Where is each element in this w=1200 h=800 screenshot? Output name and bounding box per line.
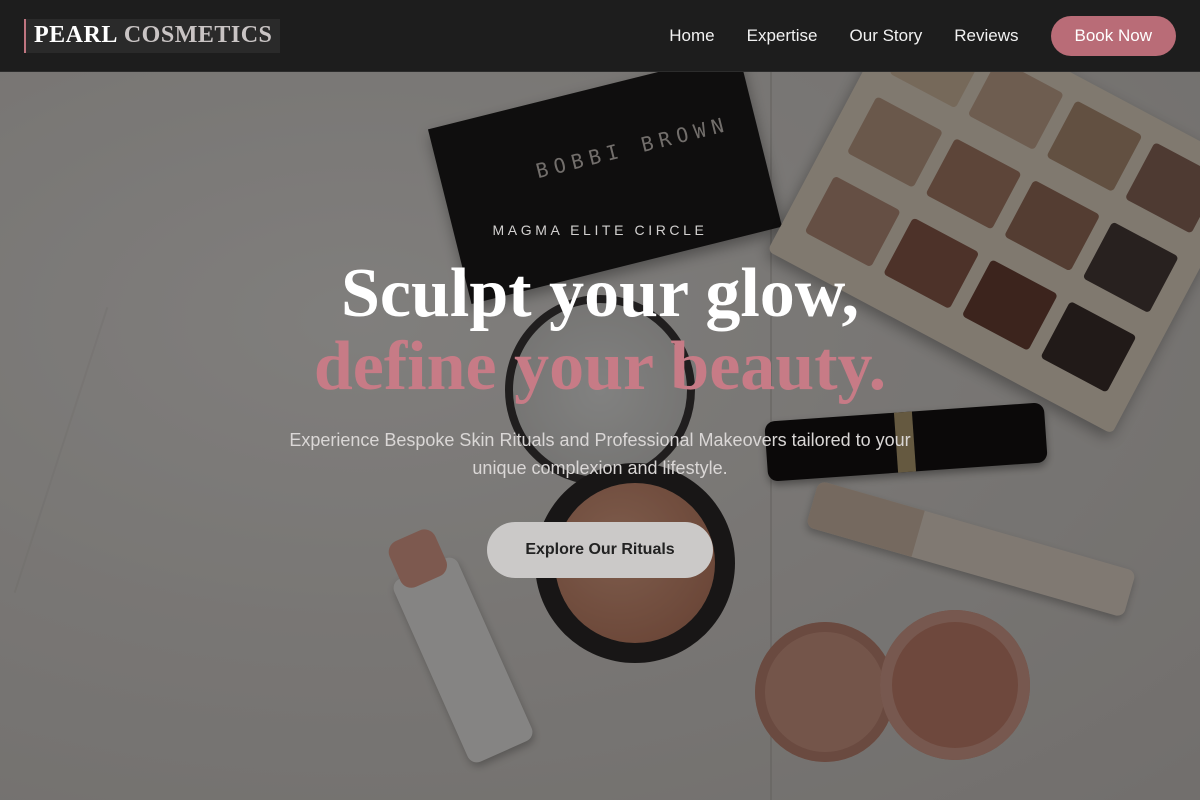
nav-link-reviews[interactable]: Reviews — [954, 26, 1018, 46]
brand-logo[interactable]: PEARL COSMETICS — [24, 18, 281, 53]
book-now-button[interactable]: Book Now — [1050, 15, 1176, 56]
nav-link-home[interactable]: Home — [669, 26, 714, 46]
logo-text-pearl: PEARL — [34, 22, 118, 48]
headline-line-2: define your beauty. — [313, 328, 887, 405]
headline-line-1: Sculpt your glow, — [341, 255, 859, 332]
hero-headline: Sculpt your glow, define your beauty. — [0, 256, 1200, 402]
hero-eyebrow: MAGMA ELITE CIRCLE — [492, 222, 708, 238]
main-nav: Home Expertise Our Story Reviews Book No… — [669, 15, 1176, 56]
nav-link-expertise[interactable]: Expertise — [747, 26, 818, 46]
logo-text-cosmetics: COSMETICS — [123, 22, 273, 48]
top-navbar: PEARL COSMETICS Home Expertise Our Story… — [0, 0, 1200, 72]
nav-link-our-story[interactable]: Our Story — [850, 26, 923, 46]
explore-rituals-button[interactable]: Explore Our Rituals — [487, 522, 713, 578]
hero-subtitle: Experience Bespoke Skin Rituals and Prof… — [289, 430, 911, 478]
